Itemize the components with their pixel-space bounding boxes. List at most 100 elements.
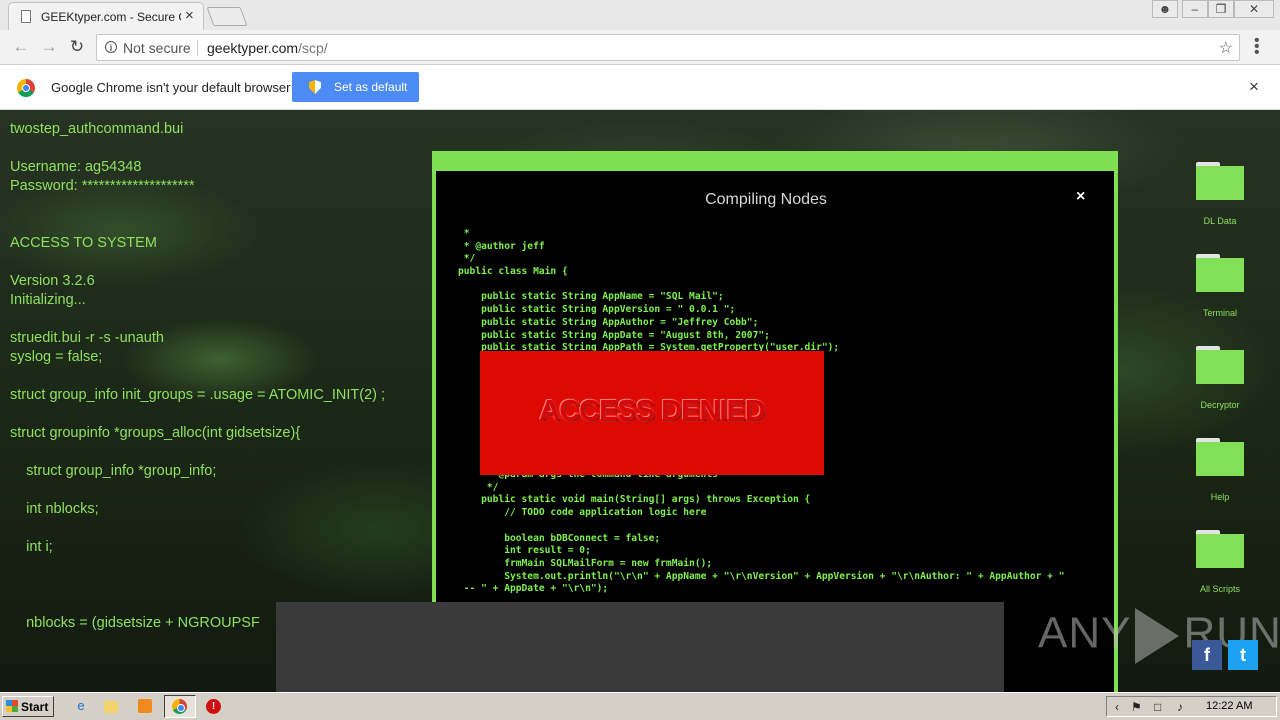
default-browser-infobar: Google Chrome isn't your default browser…	[0, 65, 1280, 110]
url-path: /scp/	[298, 40, 328, 56]
address-bar[interactable]: i Not secure geektyper.com/scp/ ☆	[96, 34, 1240, 61]
back-arrow-icon[interactable]: ←	[10, 36, 32, 58]
code-line: public static void main(String[] args) t…	[458, 494, 811, 506]
terminal-line: struedit.bui -r -s -unauth	[10, 330, 164, 346]
folder-decryptor[interactable]: Decryptor	[1186, 346, 1254, 410]
infobar-message: Google Chrome isn't your default browser	[51, 80, 291, 95]
url-text[interactable]: geektyper.com/scp/	[207, 40, 328, 56]
terminal-line: int i;	[10, 539, 53, 555]
minimize-button[interactable]: –	[1182, 0, 1208, 18]
terminal-line: struct groupinfo *groups_alloc(int gidse…	[10, 425, 301, 441]
folder-terminal[interactable]: Terminal	[1186, 254, 1254, 318]
close-window-button[interactable]: ✕	[1234, 0, 1274, 18]
bookmark-star-icon[interactable]: ☆	[1219, 38, 1233, 58]
url-host: geektyper.com	[207, 40, 299, 56]
folder-label: Terminal	[1202, 308, 1237, 318]
modal-close-icon[interactable]: ×	[1076, 188, 1085, 206]
code-line: public static String AppVersion = " 0.0.…	[458, 304, 736, 316]
modal-title: Compiling Nodes	[705, 191, 827, 208]
flag-tray-icon[interactable]: ⚑	[1131, 700, 1142, 714]
folder-help[interactable]: Help	[1186, 438, 1254, 502]
folder-dl-data[interactable]: DL Data	[1186, 162, 1254, 226]
page-content: twostep_authcommand.bui Username: ag54348…	[0, 110, 1280, 692]
system-tray: ‹ ⚑ □ ♪ 12:22 AM	[1106, 696, 1277, 717]
folder-label: All Scripts	[1199, 584, 1240, 594]
code-line: -- " + AppDate + "\r\n");	[458, 583, 609, 595]
chrome-task-icon	[172, 699, 187, 714]
terminal-output: twostep_authcommand.bui Username: ag54348…	[10, 120, 385, 633]
reload-icon[interactable]: ↻	[66, 36, 88, 58]
terminal-line: struct group_info init_groups = .usage =…	[10, 387, 386, 403]
code-line: boolean bDBConnect = false;	[458, 532, 661, 544]
folder-label: Help	[1210, 492, 1230, 502]
terminal-line: Version 3.2.6	[10, 273, 95, 289]
media-player-icon[interactable]	[138, 699, 152, 713]
access-denied-banner: ACCESS DENIED	[480, 351, 824, 475]
forward-arrow-icon[interactable]: →	[38, 36, 60, 58]
infobar-close-icon[interactable]: ×	[1249, 77, 1259, 97]
tab-strip: GEEKtyper.com - Secure Co × ☻ – ❐ ✕	[0, 0, 1280, 30]
set-as-default-label: Set as default	[334, 80, 408, 94]
code-line: public static String AppDate = "August 8…	[458, 329, 770, 341]
terminal-line: Password: ********************	[10, 178, 195, 194]
network-icon[interactable]: □	[1154, 700, 1161, 714]
folder-icon	[1196, 254, 1244, 292]
tab-title: GEEKtyper.com - Secure Co	[41, 10, 181, 24]
tab-close-icon[interactable]: ×	[185, 8, 194, 24]
terminal-line: ACCESS TO SYSTEM	[10, 235, 157, 251]
code-line: */	[458, 481, 499, 493]
start-label: Start	[21, 700, 49, 714]
tray-expand-icon[interactable]: ‹	[1115, 700, 1119, 714]
shield-icon	[309, 80, 321, 94]
volume-icon[interactable]: ♪	[1177, 700, 1183, 714]
folder-label: Decryptor	[1200, 400, 1240, 410]
code-line: public static String AppAuthor = "Jeffre…	[458, 316, 759, 328]
security-label: Not secure	[123, 40, 191, 56]
code-line: frmMain SQLMailForm = new frmMain();	[458, 557, 713, 569]
code-line: *	[458, 228, 470, 239]
start-button[interactable]: Start	[2, 696, 54, 717]
folder-icon[interactable]	[104, 701, 118, 713]
menu-dots-icon[interactable]: • • •	[1254, 33, 1260, 61]
watermark-any: ANY	[1038, 608, 1132, 658]
new-tab-button[interactable]	[206, 7, 248, 26]
stop-icon[interactable]: !	[206, 699, 221, 714]
access-denied-text: ACCESS DENIED	[539, 395, 766, 427]
ie-icon[interactable]: e	[72, 697, 90, 715]
twitter-button[interactable]: t	[1228, 640, 1258, 670]
folder-label: DL Data	[1203, 216, 1237, 226]
folder-all-scripts[interactable]: All Scripts	[1186, 530, 1254, 594]
set-as-default-button[interactable]: Set as default	[292, 72, 419, 102]
facebook-button[interactable]: f	[1192, 640, 1222, 670]
code-line: // TODO code application logic here	[458, 507, 707, 519]
restore-button[interactable]: ❐	[1208, 0, 1234, 18]
user-icon[interactable]: ☻	[1152, 0, 1178, 18]
tab-geektyper[interactable]: GEEKtyper.com - Secure Co ×	[8, 2, 204, 30]
code-line: int result = 0;	[458, 545, 591, 557]
terminal-line: syslog = false;	[10, 349, 103, 365]
code-line: System.out.println("\r\n" + AppName + "\…	[458, 570, 1065, 582]
terminal-line: Username: ag54348	[10, 159, 142, 175]
info-icon[interactable]: i	[105, 41, 117, 53]
terminal-line: int nblocks;	[10, 501, 99, 517]
folder-icon	[1196, 162, 1244, 200]
dark-overlay-panel	[276, 602, 1004, 692]
chrome-task-button[interactable]	[164, 695, 196, 718]
code-line: * @author jeff	[458, 240, 545, 252]
page-icon	[21, 10, 31, 23]
taskbar: Start e ! ‹ ⚑ □ ♪ 12:22 AM	[0, 692, 1280, 720]
